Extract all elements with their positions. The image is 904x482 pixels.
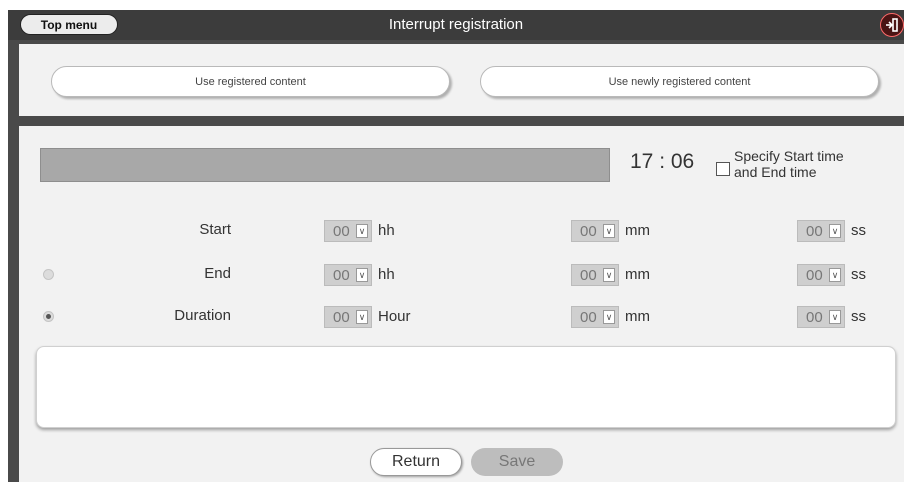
- exit-door-icon: [886, 18, 898, 32]
- exit-button[interactable]: [880, 13, 904, 37]
- header-bar: Interrupt registration Top menu: [8, 10, 904, 40]
- start-hour-select[interactable]: 00 ∨: [324, 220, 372, 242]
- end-minute-value: 00: [580, 267, 597, 284]
- duration-minute-value: 00: [580, 309, 597, 326]
- top-menu-button[interactable]: Top menu: [20, 14, 118, 35]
- specify-start-end-checkbox[interactable]: [716, 162, 730, 176]
- start-minute-select[interactable]: 00 ∨: [571, 220, 619, 242]
- end-hour-select[interactable]: 00 ∨: [324, 264, 372, 286]
- chevron-down-icon: ∨: [356, 310, 368, 324]
- chevron-down-icon: ∨: [356, 268, 368, 282]
- chevron-down-icon: ∨: [829, 310, 841, 324]
- chevron-down-icon: ∨: [603, 310, 615, 324]
- current-time: 17 : 06: [630, 150, 695, 173]
- chevron-down-icon: ∨: [603, 224, 615, 238]
- app-frame: Interrupt registration Top menu Use regi…: [8, 10, 904, 482]
- duration-second-value: 00: [806, 309, 823, 326]
- start-minute-unit: mm: [625, 222, 650, 239]
- duration-hour-select[interactable]: 00 ∨: [324, 306, 372, 328]
- end-second-select[interactable]: 00 ∨: [797, 264, 845, 286]
- content-text-area[interactable]: [36, 346, 896, 428]
- end-label: End: [204, 265, 231, 282]
- duration-hour-value: 00: [333, 309, 350, 326]
- duration-hour-unit: Hour: [378, 308, 411, 325]
- end-radio[interactable]: [43, 269, 54, 280]
- end-hour-unit: hh: [378, 266, 395, 283]
- start-hour-unit: hh: [378, 222, 395, 239]
- specify-label-line2: and End time: [734, 164, 817, 180]
- use-new-content-button[interactable]: Use newly registered content: [480, 66, 879, 97]
- time-progress-bar: [40, 148, 610, 182]
- save-button[interactable]: Save: [471, 448, 563, 476]
- start-second-select[interactable]: 00 ∨: [797, 220, 845, 242]
- start-hour-value: 00: [333, 223, 350, 240]
- start-minute-value: 00: [580, 223, 597, 240]
- end-second-unit: ss: [851, 266, 866, 283]
- duration-radio[interactable]: [43, 311, 54, 322]
- start-second-value: 00: [806, 223, 823, 240]
- duration-label: Duration: [174, 307, 231, 324]
- page-title: Interrupt registration: [388, 16, 524, 33]
- return-button[interactable]: Return: [370, 448, 462, 476]
- end-second-value: 00: [806, 267, 823, 284]
- time-settings-panel: 17 : 06 Specify Start time and End time …: [19, 126, 904, 482]
- duration-minute-select[interactable]: 00 ∨: [571, 306, 619, 328]
- duration-minute-unit: mm: [625, 308, 650, 325]
- end-minute-unit: mm: [625, 266, 650, 283]
- chevron-down-icon: ∨: [603, 268, 615, 282]
- specify-label-line1: Specify Start time: [734, 148, 844, 164]
- content-choice-panel: Use registered content Use newly registe…: [19, 44, 904, 116]
- chevron-down-icon: ∨: [829, 224, 841, 238]
- chevron-down-icon: ∨: [829, 268, 841, 282]
- end-minute-select[interactable]: 00 ∨: [571, 264, 619, 286]
- duration-second-unit: ss: [851, 308, 866, 325]
- chevron-down-icon: ∨: [356, 224, 368, 238]
- start-label: Start: [199, 221, 231, 238]
- duration-second-select[interactable]: 00 ∨: [797, 306, 845, 328]
- start-second-unit: ss: [851, 222, 866, 239]
- use-registered-content-button[interactable]: Use registered content: [51, 66, 450, 97]
- end-hour-value: 00: [333, 267, 350, 284]
- specify-start-end-label: Specify Start time and End time: [734, 148, 884, 180]
